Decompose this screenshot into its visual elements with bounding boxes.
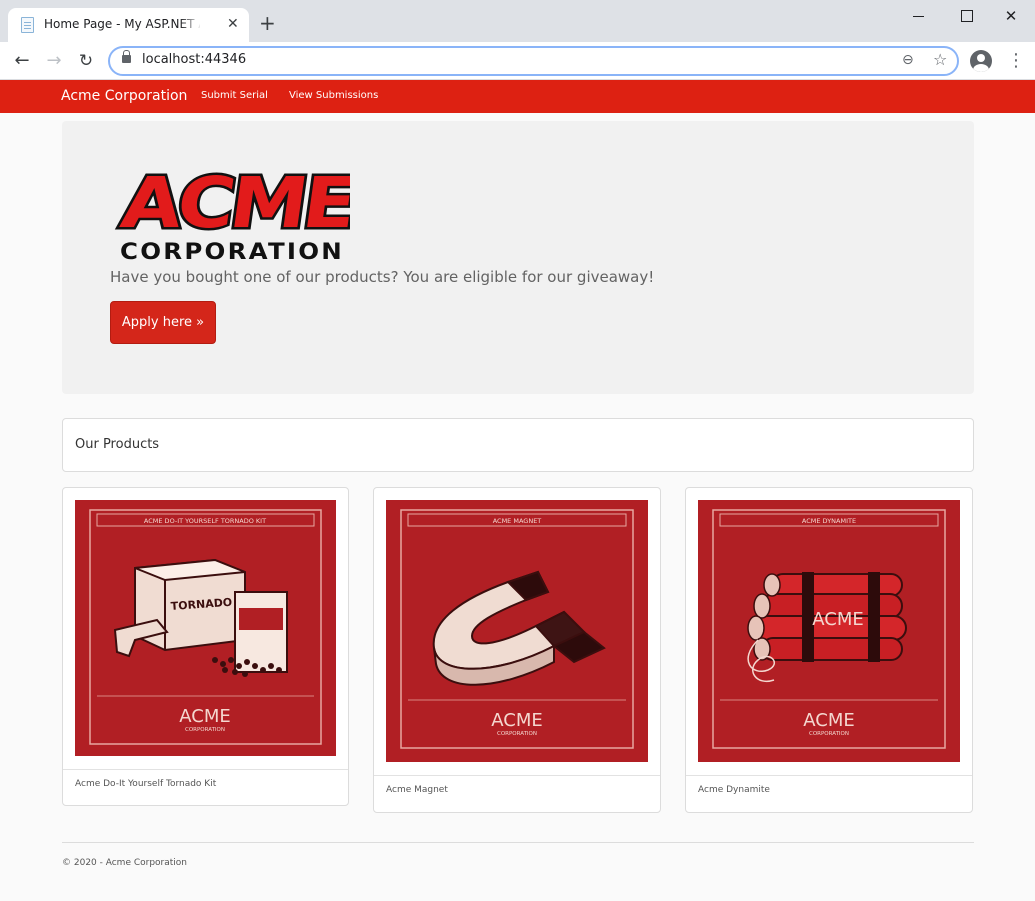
poster-brand: ACME (803, 710, 854, 731)
product-card-dynamite[interactable]: ACME DYNAMITE ACME ACME CORPORATION Acme… (685, 487, 973, 813)
minimize-button[interactable] (896, 5, 942, 27)
product-card-tornado-kit[interactable]: ACME DO-IT YOURSELF TORNADO KIT TORNADO … (62, 487, 349, 806)
close-window-button[interactable]: ✕ (988, 5, 1034, 27)
bookmark-star-icon[interactable]: ☆ (933, 50, 947, 69)
navbar-brand[interactable]: Acme Corporation (61, 88, 187, 104)
browser-tab[interactable]: Home Page - My ASP.NET Application ✕ (8, 8, 249, 42)
logo-wordmark: ACME (116, 162, 350, 244)
nav-link-submit-serial[interactable]: Submit Serial (201, 90, 268, 101)
maximize-button[interactable] (942, 5, 988, 27)
back-arrow-icon[interactable]: ← (10, 50, 34, 72)
new-tab-icon[interactable]: + (259, 13, 276, 33)
product-card-magnet[interactable]: ACME MAGNET ACME CORPORATION Acme Magnet (373, 487, 661, 813)
lock-icon[interactable] (122, 50, 131, 63)
address-bar[interactable]: localhost:44346 ⊖ ☆ (108, 46, 959, 76)
poster-title: ACME DO-IT YOURSELF TORNADO KIT (144, 517, 266, 525)
browser-tabstrip: Home Page - My ASP.NET Application ✕ + ✕ (0, 0, 1035, 42)
tornado-kit-image: ACME DO-IT YOURSELF TORNADO KIT TORNADO … (75, 500, 336, 756)
kebab-menu-icon[interactable]: ⋮ (1007, 50, 1025, 72)
poster-brand: ACME (491, 710, 542, 731)
poster-brand: ACME (179, 706, 230, 727)
url-text[interactable]: localhost:44346 (142, 52, 246, 67)
dynamite-image: ACME DYNAMITE ACME ACME CORPORATION (698, 500, 960, 762)
close-tab-icon[interactable]: ✕ (227, 16, 239, 32)
zoom-icon[interactable]: ⊖ (902, 52, 914, 68)
products-heading: Our Products (75, 437, 160, 452)
page-icon (21, 17, 34, 33)
poster-stick-label: ACME (812, 609, 863, 630)
poster-brand-sub: CORPORATION (497, 731, 537, 737)
footer-copyright: © 2020 - Acme Corporation (62, 858, 188, 868)
product-name[interactable]: Acme Do-It Yourself Tornado Kit (75, 779, 216, 789)
magnet-image: ACME MAGNET ACME CORPORATION (386, 500, 648, 762)
forward-arrow-icon[interactable]: → (42, 50, 66, 72)
product-name[interactable]: Acme Dynamite (698, 785, 770, 795)
reload-icon[interactable]: ↻ (74, 50, 98, 72)
nav-link-view-submissions[interactable]: View Submissions (289, 90, 378, 101)
apply-button[interactable]: Apply here » (110, 301, 216, 344)
tab-title: Home Page - My ASP.NET Application (44, 17, 200, 31)
poster-title: ACME MAGNET (493, 517, 542, 525)
product-name[interactable]: Acme Magnet (386, 785, 448, 795)
profile-avatar-icon[interactable] (970, 50, 992, 72)
browser-toolbar: ← → ↻ localhost:44346 ⊖ ☆ ⋮ (0, 42, 1035, 80)
footer-divider (62, 842, 974, 843)
poster-brand-sub: CORPORATION (185, 727, 225, 733)
site-navbar: Acme Corporation Submit Serial View Subm… (0, 80, 1035, 113)
acme-logo: ACME CORPORATION (114, 161, 350, 265)
products-heading-panel: Our Products (62, 418, 974, 472)
logo-subtext: CORPORATION (120, 240, 344, 265)
poster-brand-sub: CORPORATION (809, 731, 849, 737)
hero-lead-text: Have you bought one of our products? You… (110, 268, 655, 286)
poster-title: ACME DYNAMITE (802, 517, 856, 525)
hero-jumbotron: ACME CORPORATION Have you bought one of … (62, 121, 974, 394)
